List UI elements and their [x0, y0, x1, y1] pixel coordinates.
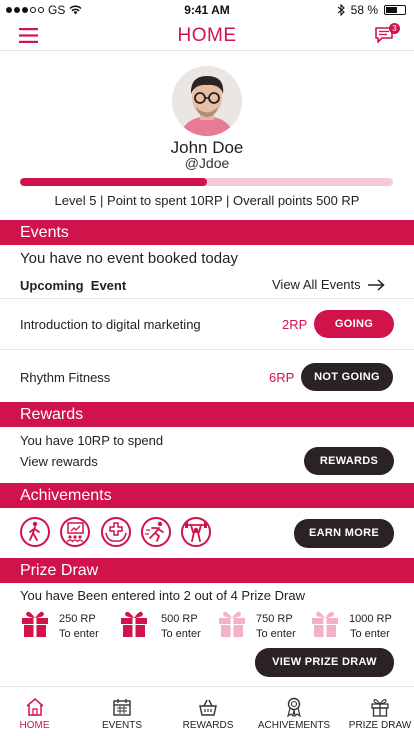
prize-label: To enter	[59, 628, 99, 640]
rewards-section-header: Rewards	[0, 402, 414, 427]
prize-points: 500 RP	[161, 613, 198, 625]
app-header: HOME 3	[0, 20, 414, 51]
rewards-button[interactable]: REWARDS	[304, 447, 394, 475]
page-title: HOME	[177, 25, 237, 46]
shopping-basket-icon	[199, 699, 217, 716]
arrow-right-icon	[367, 278, 385, 291]
view-rewards-link[interactable]: View rewards	[20, 454, 98, 469]
walking-person-icon	[20, 517, 50, 547]
prize-points: 1000 RP	[349, 613, 392, 625]
events-section-header: Events	[0, 220, 414, 245]
view-all-events-link[interactable]: View All Events	[272, 277, 385, 292]
prize-points: 750 RP	[256, 613, 293, 625]
tab-home[interactable]: HOME	[0, 687, 69, 736]
gift-icon	[312, 611, 338, 637]
prize-label: To enter	[350, 628, 390, 640]
message-count-badge: 3	[389, 23, 400, 34]
prize-label: To enter	[161, 628, 201, 640]
calendar-icon	[113, 699, 131, 716]
level-progress-bar	[20, 178, 393, 186]
tab-label: REWARDS	[182, 720, 234, 731]
gift-icon	[22, 611, 48, 637]
rewards-balance-text: You have 10RP to spend	[20, 433, 164, 448]
event-title[interactable]: Rhythm Fitness	[20, 370, 110, 385]
upcoming-event-label: Upcoming Event	[20, 278, 127, 293]
presentation-icon	[60, 517, 90, 547]
status-bar: GS 9:41 AM 58 %	[0, 0, 414, 20]
earn-more-button[interactable]: EARN MORE	[294, 519, 394, 548]
view-prize-draw-button[interactable]: VIEW PRIZE DRAW	[255, 648, 394, 677]
avatar[interactable]	[172, 66, 242, 136]
level-summary: Level 5 | Point to spent 10RP | Overall …	[54, 193, 360, 208]
divider	[0, 349, 414, 350]
prize-draw-entry-text: You have Been entered into 2 out of 4 Pr…	[20, 588, 305, 603]
event-title[interactable]: Introduction to digital marketing	[20, 317, 201, 332]
battery-percent: 58 %	[350, 3, 378, 17]
not-going-button[interactable]: NOT GOING	[301, 363, 393, 391]
medal-icon	[287, 697, 301, 717]
profile-handle: @Jdoe	[184, 155, 230, 171]
gift-icon	[371, 698, 389, 717]
gift-icon	[219, 611, 245, 637]
tab-achievements[interactable]: ACHIVEMENTS	[254, 687, 334, 736]
house-icon	[26, 698, 43, 716]
achievements-section-header: Achivements	[0, 483, 414, 508]
tab-label: EVENTS	[101, 720, 142, 731]
tab-label: ACHIVEMENTS	[257, 720, 331, 731]
event-points: 6RP	[269, 370, 295, 385]
bluetooth-icon	[337, 4, 345, 16]
gift-icon	[121, 611, 147, 637]
divider	[0, 298, 414, 299]
user-photo	[172, 66, 242, 136]
running-person-icon	[141, 517, 171, 547]
prize-points: 250 RP	[59, 613, 96, 625]
weightlifting-icon	[181, 517, 211, 547]
battery-icon	[384, 5, 406, 15]
bottom-tab-bar: HOME EVENTS REWARDS ACHIVEMENTS PRIZE DR…	[0, 686, 414, 736]
tab-rewards[interactable]: REWARDS	[172, 687, 244, 736]
tab-label: PRIZE DRAW	[348, 720, 412, 731]
prize-label: To enter	[256, 628, 296, 640]
prize-draw-section-header: Prize Draw	[0, 558, 414, 583]
going-button[interactable]: GOING	[314, 310, 394, 338]
level-progress-fill	[20, 178, 207, 186]
no-event-text: You have no event booked today	[20, 250, 238, 267]
medical-hands-icon	[101, 517, 131, 547]
event-points: 2RP	[282, 317, 308, 332]
tab-prize-draw[interactable]: PRIZE DRAW	[346, 687, 414, 736]
view-all-events-label: View All Events	[272, 277, 361, 292]
messages-button[interactable]: 3	[374, 23, 400, 46]
tab-events[interactable]: EVENTS	[86, 687, 158, 736]
tab-label: HOME	[19, 720, 50, 731]
